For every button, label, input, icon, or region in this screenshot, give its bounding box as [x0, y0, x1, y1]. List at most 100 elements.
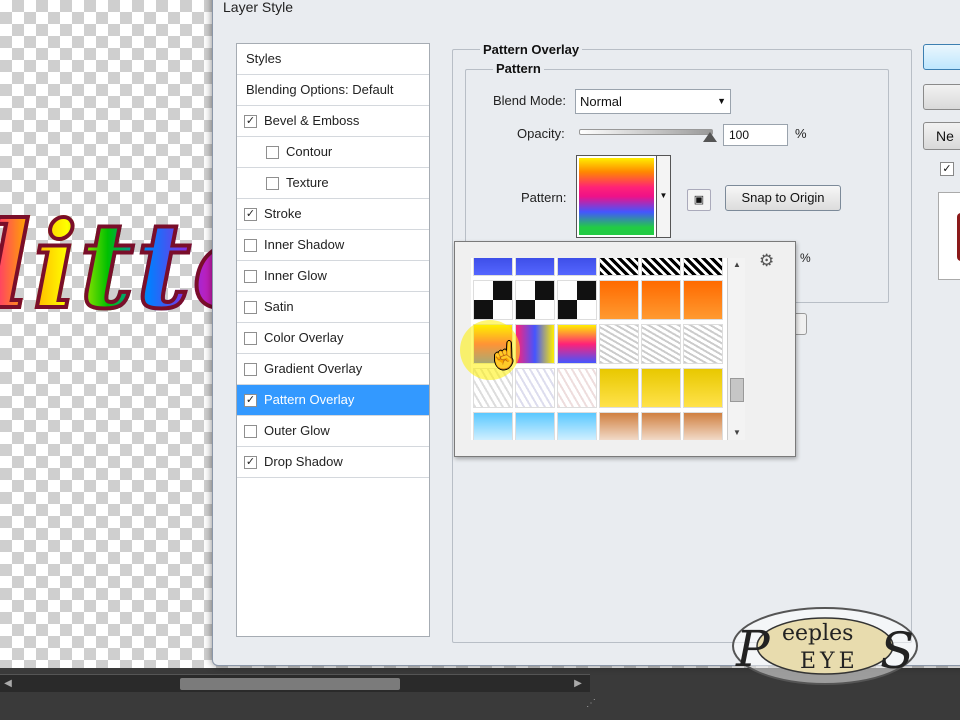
scroll-down-arrow-icon[interactable]: ▼: [728, 426, 746, 440]
style-checkbox[interactable]: [244, 239, 257, 252]
style-item-bevel-and-emboss[interactable]: ✓ Bevel & Emboss: [237, 106, 429, 137]
pattern-tile[interactable]: [683, 412, 723, 440]
horizontal-scrollbar[interactable]: ◀ ▶: [0, 674, 590, 692]
style-item-label: Inner Glow: [264, 268, 327, 283]
peeples-eye-logo: P eeples EYE S: [732, 607, 918, 685]
pattern-overlay-title: Pattern Overlay: [480, 42, 583, 57]
style-item-pattern-overlay[interactable]: ✓ Pattern Overlay: [237, 385, 429, 416]
dialog-title: Layer Style: [223, 0, 294, 15]
scroll-right-arrow-icon[interactable]: ▶: [570, 675, 586, 693]
pattern-tile[interactable]: [515, 280, 555, 320]
style-item-stroke[interactable]: ✓ Stroke: [237, 199, 429, 230]
logo-text-bottom: EYE: [800, 649, 859, 674]
pattern-tile[interactable]: [515, 368, 555, 408]
pattern-tile[interactable]: [557, 368, 597, 408]
gear-icon[interactable]: ⚙: [759, 251, 774, 271]
scroll-left-arrow-icon[interactable]: ◀: [0, 675, 16, 693]
style-checkbox[interactable]: ✓: [244, 394, 257, 407]
pattern-tile[interactable]: [683, 258, 723, 276]
hand-cursor-icon: ☝: [488, 340, 521, 370]
pattern-tile[interactable]: [683, 368, 723, 408]
opacity-slider[interactable]: [579, 129, 713, 135]
pattern-tile[interactable]: [599, 324, 639, 364]
pattern-tile[interactable]: [557, 324, 597, 364]
style-checkbox[interactable]: [244, 363, 257, 376]
pattern-tile[interactable]: [641, 258, 681, 276]
scale-percent: %: [800, 251, 811, 265]
styles-header[interactable]: Styles: [237, 44, 429, 75]
opacity-slider-thumb[interactable]: [703, 132, 717, 142]
blend-mode-label: Blend Mode:: [493, 93, 566, 108]
style-item-outer-glow[interactable]: Outer Glow: [237, 416, 429, 447]
cancel-button[interactable]: [923, 84, 960, 110]
style-checkbox[interactable]: [244, 301, 257, 314]
pattern-tile[interactable]: [599, 258, 639, 276]
pattern-tile[interactable]: [641, 368, 681, 408]
style-item-gradient-overlay[interactable]: Gradient Overlay: [237, 354, 429, 385]
new-style-button[interactable]: Ne: [923, 122, 960, 150]
style-checkbox[interactable]: [244, 270, 257, 283]
pattern-tile[interactable]: [683, 280, 723, 320]
blend-mode-select[interactable]: Normal ▼: [575, 89, 731, 114]
chevron-down-icon: ▼: [717, 96, 726, 106]
scroll-up-arrow-icon[interactable]: ▲: [728, 258, 746, 272]
style-item-inner-glow[interactable]: Inner Glow: [237, 261, 429, 292]
style-item-label: Contour: [286, 144, 333, 159]
style-item-label: Pattern Overlay: [264, 392, 355, 407]
pattern-tile[interactable]: [515, 324, 555, 364]
opacity-input[interactable]: 100: [723, 124, 788, 146]
pattern-tile[interactable]: [641, 280, 681, 320]
pattern-tile[interactable]: [473, 258, 513, 276]
style-checkbox[interactable]: [244, 425, 257, 438]
style-item-texture[interactable]: Texture: [237, 168, 429, 199]
pattern-tile[interactable]: [557, 280, 597, 320]
pattern-tile[interactable]: [683, 324, 723, 364]
style-checkbox[interactable]: ✓: [244, 208, 257, 221]
logo-initial-left: P: [735, 620, 771, 678]
style-preview: [938, 192, 960, 280]
ok-button[interactable]: [923, 44, 960, 70]
pattern-tile[interactable]: [599, 412, 639, 440]
pattern-tile[interactable]: [599, 280, 639, 320]
style-item-drop-shadow[interactable]: ✓ Drop Shadow: [237, 447, 429, 478]
blending-options-item[interactable]: Blending Options: Default: [237, 75, 429, 106]
blend-mode-value: Normal: [580, 94, 622, 109]
style-item-label: Inner Shadow: [264, 237, 345, 252]
style-item-satin[interactable]: Satin: [237, 292, 429, 323]
opacity-label: Opacity:: [517, 126, 565, 141]
pattern-picker-scrollbar[interactable]: ▲ ▼: [727, 258, 745, 440]
pattern-tile[interactable]: [641, 412, 681, 440]
preview-checkbox[interactable]: ✓: [940, 162, 954, 176]
snap-to-origin-button[interactable]: Snap to Origin: [725, 185, 841, 211]
styles-list: Styles Blending Options: Default ✓ Bevel …: [236, 43, 430, 637]
pattern-tile[interactable]: [557, 412, 597, 440]
style-item-label: Drop Shadow: [264, 454, 343, 469]
pattern-tile[interactable]: [473, 280, 513, 320]
style-item-color-overlay[interactable]: Color Overlay: [237, 323, 429, 354]
style-checkbox[interactable]: ✓: [244, 115, 257, 128]
pattern-dropdown-arrow-icon[interactable]: ▼: [657, 155, 671, 238]
pattern-group-title: Pattern: [493, 61, 544, 76]
pattern-tile[interactable]: [515, 258, 555, 276]
pattern-tile[interactable]: [599, 368, 639, 408]
rainbow-glitter-pattern-preview: [579, 158, 654, 235]
style-checkbox[interactable]: [266, 146, 279, 159]
pattern-tile[interactable]: [515, 412, 555, 440]
pattern-tile[interactable]: [557, 258, 597, 276]
horizontal-scroll-thumb[interactable]: [180, 678, 400, 690]
style-checkbox[interactable]: [266, 177, 279, 190]
style-item-label: Stroke: [264, 206, 302, 221]
style-item-inner-shadow[interactable]: Inner Shadow: [237, 230, 429, 261]
style-item-label: Gradient Overlay: [264, 361, 363, 376]
pattern-tile[interactable]: [641, 324, 681, 364]
pattern-tile[interactable]: [473, 412, 513, 440]
style-item-contour[interactable]: Contour: [237, 137, 429, 168]
opacity-percent: %: [795, 126, 807, 141]
resize-grip-icon[interactable]: ⋰: [586, 698, 602, 714]
pattern-swatch[interactable]: [576, 155, 657, 238]
style-checkbox[interactable]: ✓: [244, 456, 257, 469]
new-preset-icon[interactable]: ▣: [687, 189, 711, 211]
pattern-picker-scroll-thumb[interactable]: [730, 378, 744, 402]
style-checkbox[interactable]: [244, 332, 257, 345]
logo-text-top: eeples: [782, 621, 853, 646]
